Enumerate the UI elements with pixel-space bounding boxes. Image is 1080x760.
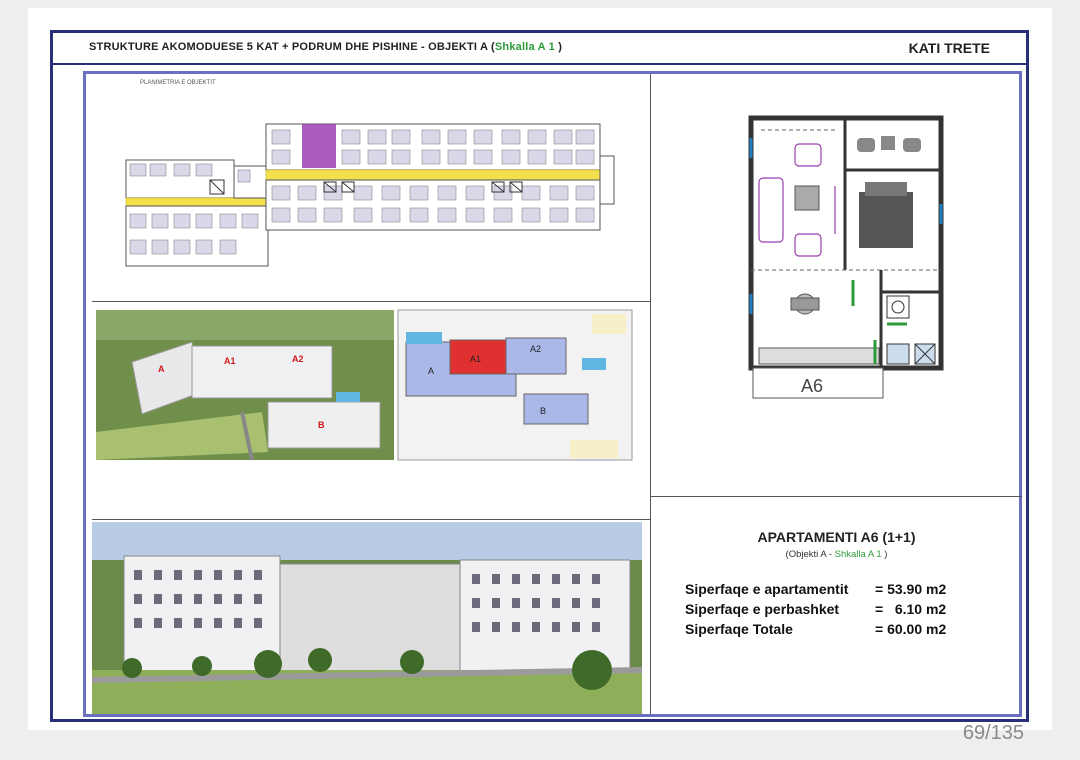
- aerial-label-b: B: [318, 420, 325, 430]
- area-row: Siperfaqe e apartamentit = 53.90 m2: [685, 581, 985, 601]
- street-render-panel: [91, 520, 651, 714]
- site-plan-label-a1: A1: [470, 354, 481, 364]
- title-stair-label: Shkalla A 1: [494, 41, 555, 53]
- aerial-label-a: A: [158, 364, 165, 374]
- area-row-value: = 53.90 m2: [875, 581, 947, 597]
- floor-plan-panel: PLANIMETRIA E OBJEKTIT: [92, 74, 651, 302]
- apartment-plan-label: A6: [801, 376, 823, 396]
- area-row: Siperfaqe e perbashket = 6.10 m2: [685, 601, 985, 621]
- area-row-value: = 60.00 m2: [875, 621, 947, 637]
- document-frame: STRUKTURE AKOMODUESE 5 KAT + PODRUM DHE …: [50, 30, 1029, 722]
- page-number: 69/135: [962, 722, 1024, 744]
- area-row-value: = 6.10 m2: [875, 601, 947, 617]
- title-separator: - OBJEKTI A (: [417, 41, 495, 53]
- aerial-label-a1: A1: [224, 356, 236, 366]
- subtitle-prefix: (Objekti A -: [785, 549, 835, 560]
- floor-plan-label: PLANIMETRIA E OBJEKTIT: [140, 80, 216, 86]
- apartment-info-panel: APARTAMENTI A6 (1+1) (Objekti A - Shkall…: [651, 497, 1022, 714]
- subtitle-suffix: ): [881, 549, 888, 560]
- floor-label: KATI TRETE: [908, 40, 990, 56]
- apartment-title: APARTAMENTI A6 (1+1): [757, 529, 916, 545]
- apartment-plan-drawing: A6: [748, 115, 944, 399]
- area-row-label: Siperfaqe Totale: [685, 621, 793, 637]
- apartment-plan-panel: A6: [651, 74, 1022, 497]
- area-row-label: Siperfaqe e perbashket: [685, 601, 840, 617]
- content-frame: PLANIMETRIA E OBJEKTIT A A1 A2 B A A1 A2…: [83, 71, 1022, 717]
- aerial-render: A A1 A2 B A A1 A2 B: [96, 309, 633, 461]
- title-main: STRUKTURE AKOMODUESE 5 KAT + PODRUM DHE …: [89, 41, 418, 53]
- apartment-subtitle: (Objekti A - Shkalla A 1 ): [651, 549, 1022, 560]
- area-row: Siperfaqe Totale = 60.00 m2: [685, 621, 985, 641]
- document-title: STRUKTURE AKOMODUESE 5 KAT + PODRUM DHE …: [89, 41, 562, 53]
- aerial-label-a2: A2: [292, 354, 304, 364]
- floor-plan-drawing: [125, 123, 615, 267]
- site-plan-label-b: B: [540, 406, 546, 416]
- area-table: Siperfaqe e apartamentit = 53.90 m2 Sipe…: [685, 581, 985, 641]
- title-close: ): [554, 41, 563, 53]
- subtitle-stair-label: Shkalla A 1: [834, 549, 882, 560]
- site-plan-label-a2: A2: [530, 344, 541, 354]
- site-images-panel: A A1 A2 B A A1 A2 B: [92, 302, 651, 520]
- site-plan-label-a: A: [428, 366, 434, 376]
- area-row-label: Siperfaqe e apartamentit: [685, 581, 849, 597]
- street-render: [91, 522, 643, 714]
- document-header: STRUKTURE AKOMODUESE 5 KAT + PODRUM DHE …: [53, 33, 1026, 65]
